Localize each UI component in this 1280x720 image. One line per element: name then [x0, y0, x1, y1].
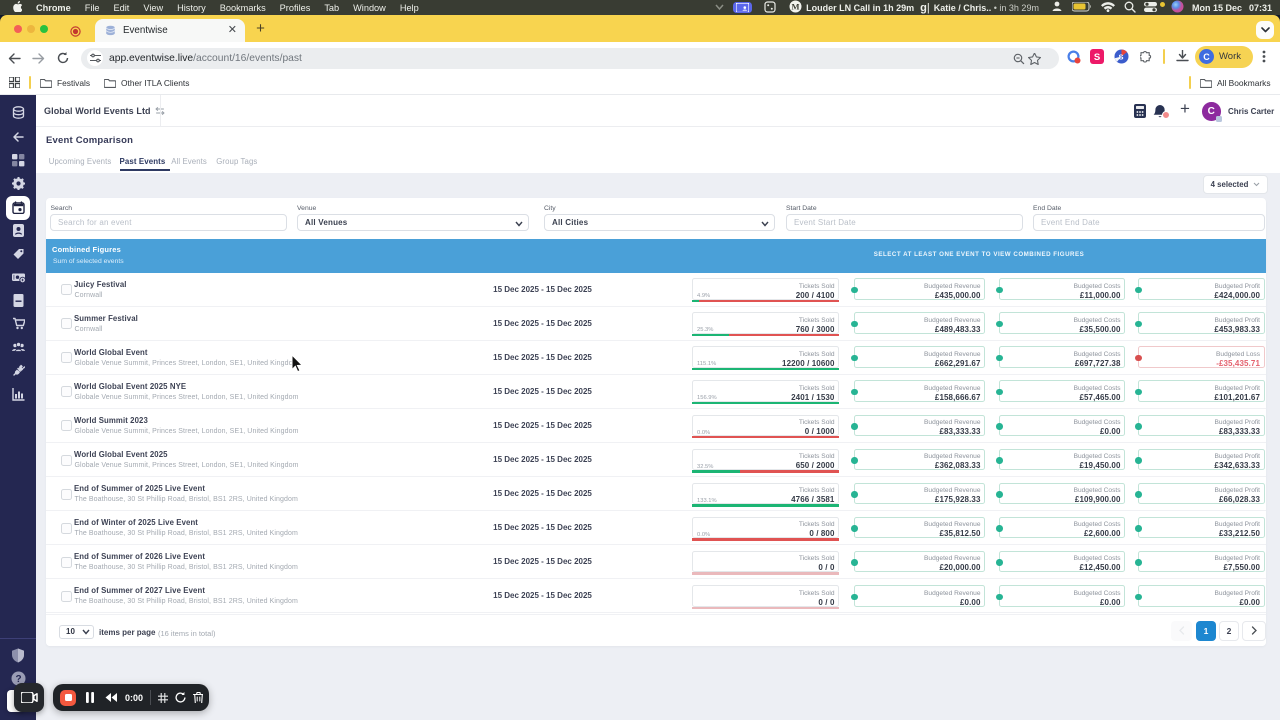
svg-text:S: S: [1094, 52, 1100, 63]
svg-text:S: S: [1118, 53, 1123, 62]
svg-text:M: M: [792, 2, 800, 12]
